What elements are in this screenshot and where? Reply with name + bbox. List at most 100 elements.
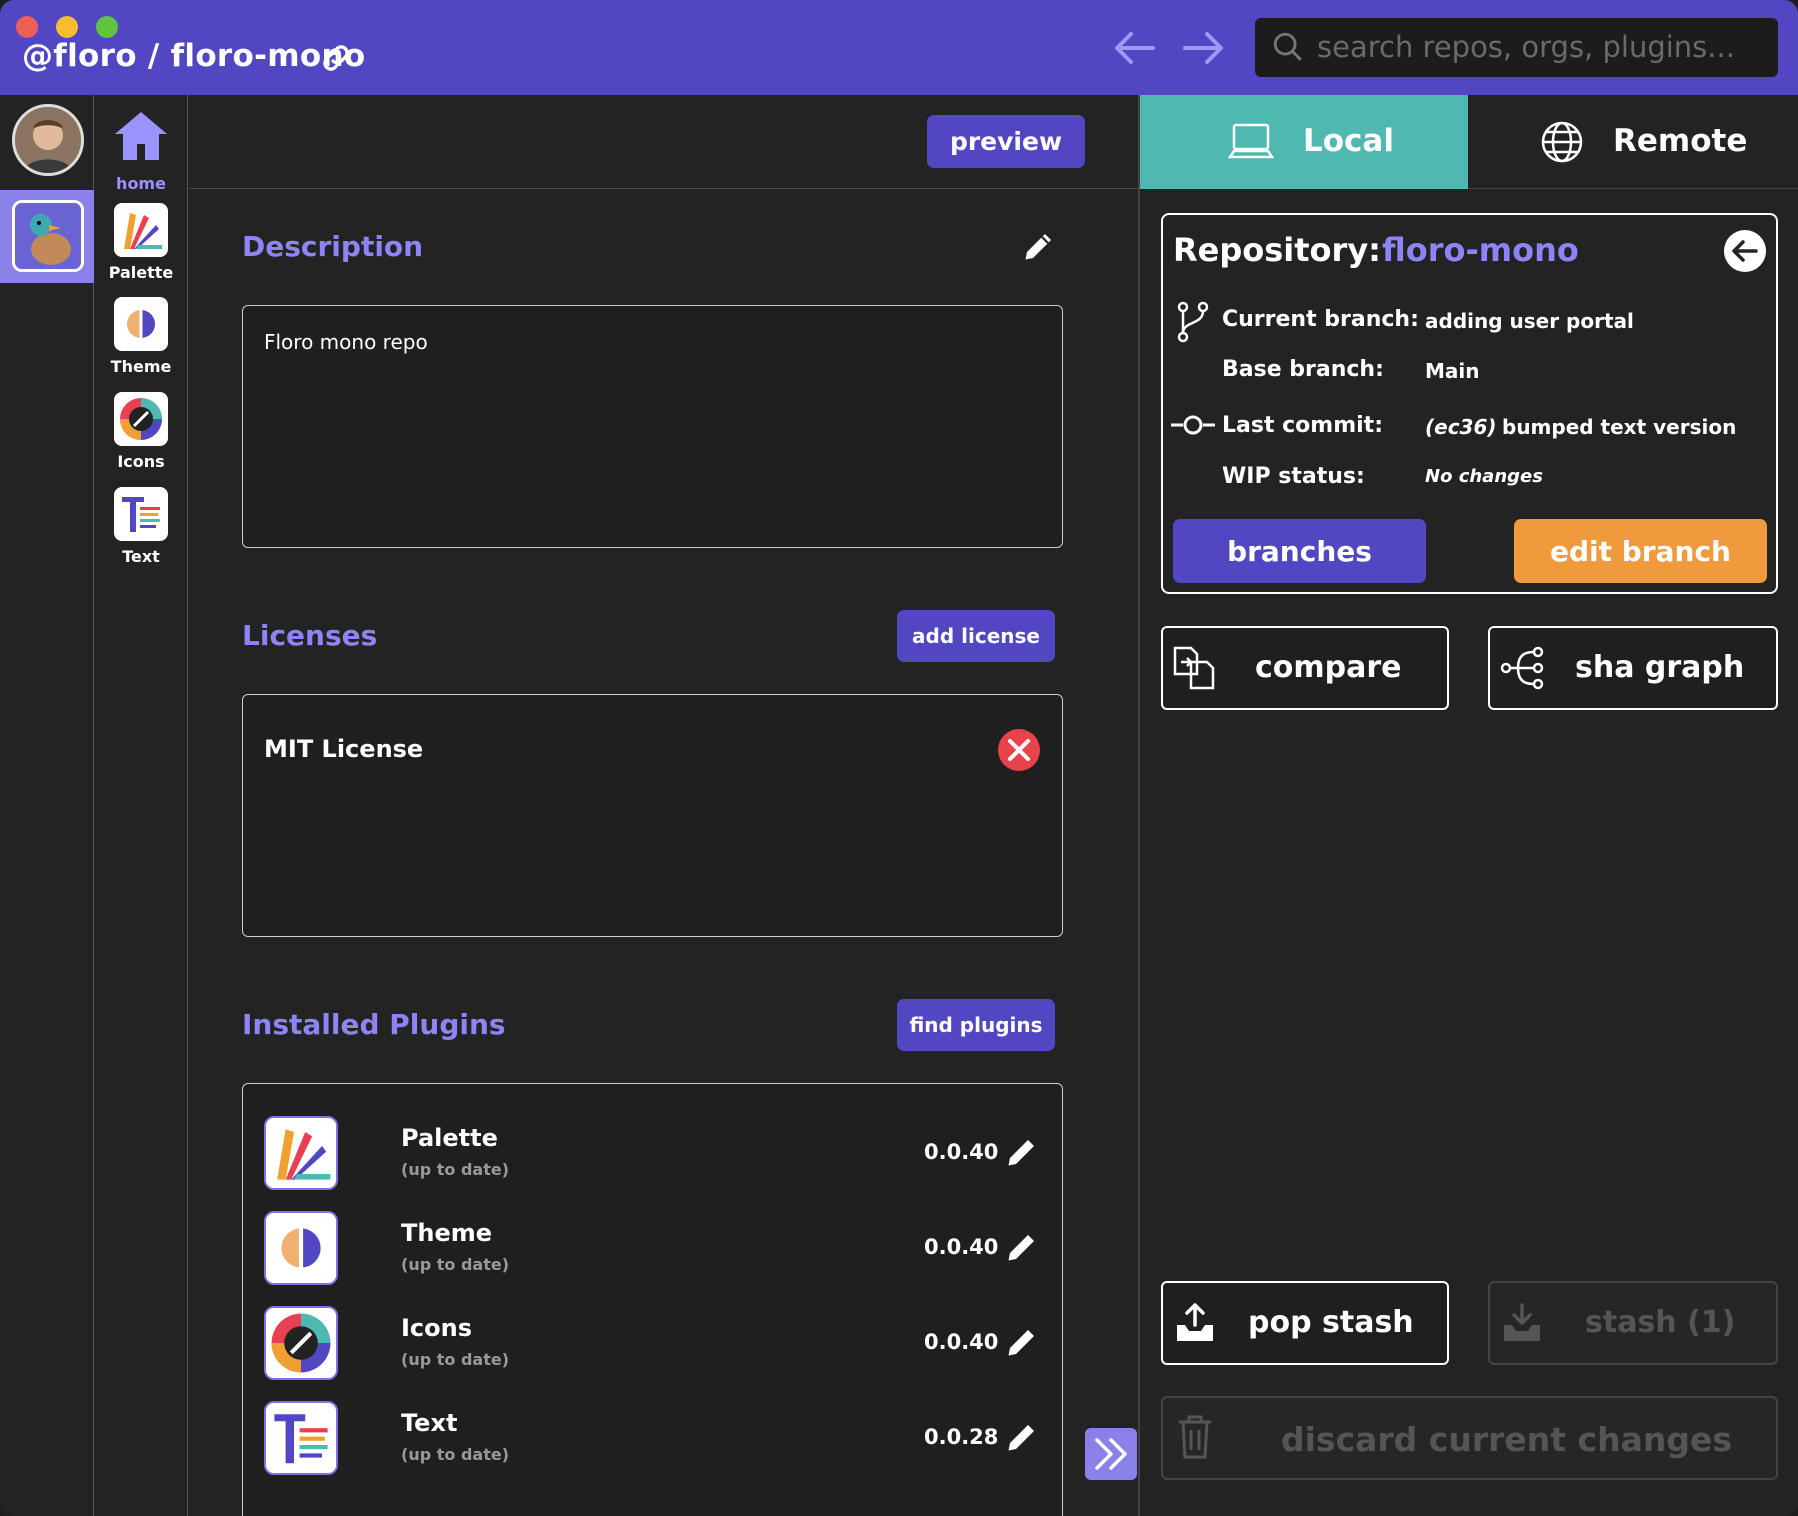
plugin-status: (up to date): [401, 1350, 509, 1369]
plugin-name: Text: [401, 1409, 458, 1437]
branches-button[interactable]: branches: [1173, 519, 1426, 583]
search-bar[interactable]: [1255, 18, 1778, 77]
palette-icon: [264, 1116, 338, 1190]
installed-plugin-row[interactable]: Text (up to date) 0.0.28: [264, 1401, 1044, 1479]
laptop-icon: [1228, 123, 1274, 159]
plugin-nav-text[interactable]: Text: [94, 487, 188, 566]
plugin-version: 0.0.40: [924, 1330, 999, 1354]
trash-icon: [1179, 1415, 1211, 1459]
plugin-name: Palette: [401, 1124, 498, 1152]
edit-plugin-icon[interactable]: [1004, 1419, 1040, 1455]
plugin-status: (up to date): [401, 1160, 509, 1179]
edit-plugin-icon[interactable]: [1004, 1229, 1040, 1265]
base-branch-value: Main: [1425, 359, 1480, 383]
forward-arrow-icon[interactable]: [1181, 28, 1225, 68]
home-nav[interactable]: home: [94, 108, 188, 193]
palette-label: Palette: [108, 263, 174, 282]
sha-graph-label: sha graph: [1575, 650, 1745, 685]
preview-button[interactable]: preview: [927, 115, 1085, 168]
last-commit-key: Last commit:: [1222, 413, 1383, 438]
graph-icon: [1500, 646, 1544, 690]
edit-description-icon[interactable]: [1021, 228, 1057, 264]
plugin-version: 0.0.40: [924, 1140, 999, 1164]
edit-branch-button[interactable]: edit branch: [1514, 519, 1767, 583]
find-plugins-button[interactable]: find plugins: [897, 999, 1055, 1051]
icons-label: Icons: [117, 452, 165, 471]
discard-label: discard current changes: [1281, 1420, 1732, 1459]
globe-icon: [1541, 121, 1583, 163]
link-icon[interactable]: [318, 40, 354, 76]
app-window: @floro / floro-mono home Palette Theme I…: [0, 0, 1798, 1516]
last-commit-message: bumped text version: [1502, 415, 1737, 439]
edit-plugin-icon[interactable]: [1004, 1134, 1040, 1170]
theme-icon: [264, 1211, 338, 1285]
edit-plugin-icon[interactable]: [1004, 1324, 1040, 1360]
search-input[interactable]: [1317, 26, 1757, 68]
installed-plugin-row[interactable]: Theme (up to date) 0.0.40: [264, 1211, 1044, 1289]
user-rail: [0, 95, 94, 1516]
text-plugin-icon: [264, 1401, 338, 1475]
plugin-name: Theme: [401, 1219, 493, 1247]
text-label: Text: [122, 547, 160, 566]
theme-icon: [114, 297, 168, 351]
icons-plugin-icon: [264, 1306, 338, 1380]
commit-icon: [1171, 415, 1215, 435]
plugin-version: 0.0.28: [924, 1425, 999, 1449]
installed-plugin-row[interactable]: Icons (up to date) 0.0.40: [264, 1306, 1044, 1384]
home-icon: [115, 112, 167, 160]
repo-floro-icon[interactable]: [12, 200, 84, 272]
discard-changes-button[interactable]: discard current changes: [1161, 1396, 1778, 1480]
wip-status-key: WIP status:: [1222, 464, 1365, 489]
stash-button[interactable]: stash (1): [1488, 1281, 1778, 1365]
plugin-status: (up to date): [401, 1445, 509, 1464]
description-text: Floro mono repo: [264, 330, 428, 354]
compare-label: compare: [1255, 650, 1402, 685]
repository-label: Repository:: [1173, 231, 1381, 269]
tab-remote[interactable]: Remote: [1468, 95, 1798, 189]
pop-stash-label: pop stash: [1248, 1305, 1414, 1340]
icons-plugin-icon: [114, 392, 168, 446]
user-avatar[interactable]: [12, 104, 84, 176]
stash-label: stash (1): [1585, 1305, 1736, 1340]
installed-plugin-row[interactable]: Palette (up to date) 0.0.40: [264, 1116, 1044, 1194]
close-window-button[interactable]: [16, 16, 38, 38]
plugin-status: (up to date): [401, 1255, 509, 1274]
repository-card: Repository: floro-mono Current branch: a…: [1161, 213, 1778, 594]
repo-title: @floro / floro-mono: [22, 38, 366, 74]
tab-remote-label: Remote: [1613, 123, 1748, 159]
home-label: home: [116, 174, 166, 193]
search-icon: [1273, 32, 1302, 61]
plugin-nav-icons[interactable]: Icons: [94, 392, 188, 471]
pop-stash-button[interactable]: pop stash: [1161, 1281, 1449, 1365]
installed-plugins-title: Installed Plugins: [242, 1008, 506, 1041]
sha-graph-button[interactable]: sha graph: [1488, 626, 1778, 710]
licenses-title: Licenses: [242, 619, 378, 652]
maximize-window-button[interactable]: [96, 16, 118, 38]
add-license-button[interactable]: add license: [897, 610, 1055, 662]
tab-local[interactable]: Local: [1140, 95, 1468, 189]
expand-panel-button[interactable]: [1085, 1428, 1137, 1480]
text-plugin-icon: [114, 487, 168, 541]
plugin-nav-theme[interactable]: Theme: [94, 297, 188, 376]
branch-icon: [1177, 301, 1209, 343]
upload-tray-icon: [1177, 1303, 1213, 1341]
license-name: MIT License: [264, 735, 424, 763]
current-branch-key: Current branch:: [1222, 307, 1419, 332]
compare-button[interactable]: compare: [1161, 626, 1449, 710]
palette-icon: [114, 203, 168, 257]
back-arrow-icon[interactable]: [1113, 28, 1157, 68]
current-branch-value: adding user portal: [1425, 309, 1634, 333]
title-bar: @floro / floro-mono: [0, 0, 1798, 95]
wip-status-value: No changes: [1425, 466, 1543, 487]
minimize-window-button[interactable]: [56, 16, 78, 38]
last-commit-sha: (ec36): [1425, 415, 1497, 439]
plugin-version: 0.0.40: [924, 1235, 999, 1259]
remove-license-icon[interactable]: [997, 728, 1041, 772]
description-box: Floro mono repo: [242, 305, 1063, 548]
base-branch-key: Base branch:: [1222, 357, 1384, 382]
repository-name: floro-mono: [1382, 231, 1579, 269]
back-circle-icon[interactable]: [1723, 229, 1767, 273]
plugin-name: Icons: [401, 1314, 473, 1342]
plugin-nav-palette[interactable]: Palette: [94, 203, 188, 282]
download-tray-icon: [1504, 1303, 1540, 1341]
